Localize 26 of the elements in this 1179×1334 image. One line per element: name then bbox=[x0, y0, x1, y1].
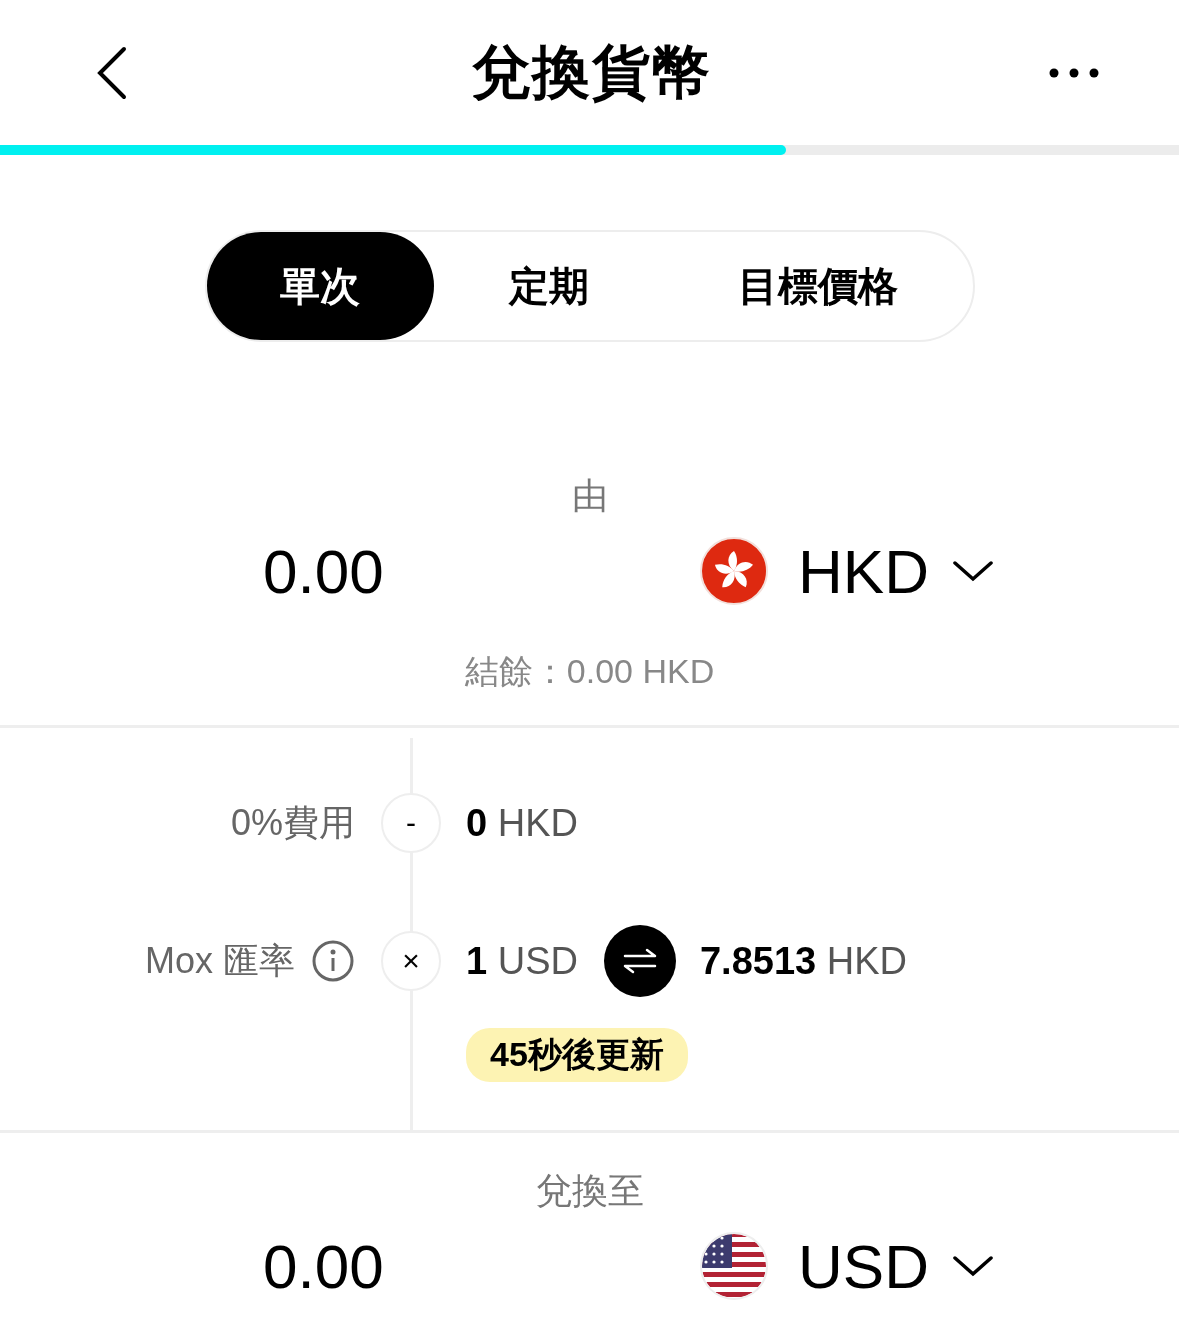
converted-value: 7.8513 HKD bbox=[699, 939, 907, 983]
from-label: 由 bbox=[570, 474, 609, 518]
balance-text: 結餘：0.00 HKD bbox=[463, 651, 716, 692]
chevron-down-icon bbox=[953, 1254, 993, 1278]
info-icon[interactable] bbox=[311, 939, 355, 983]
tab[interactable]: 單次 bbox=[206, 232, 434, 340]
page-title: 兌換貨幣 bbox=[471, 37, 712, 106]
tab[interactable]: 定期 bbox=[433, 232, 664, 340]
currency-selector[interactable]: USD bbox=[700, 1230, 993, 1302]
row-label: 0%費用 bbox=[230, 800, 355, 845]
amount-value: 0.00 bbox=[262, 535, 385, 607]
more-icon[interactable] bbox=[1049, 67, 1099, 78]
to-label: 兌換至 bbox=[534, 1169, 645, 1213]
swap-arrows-icon bbox=[622, 948, 657, 974]
chevron-down-icon bbox=[953, 559, 993, 583]
operator-circle: - bbox=[381, 793, 441, 853]
flag-icon bbox=[700, 1232, 768, 1300]
refresh-badge: 45秒後更新 bbox=[466, 1028, 688, 1082]
amount-value: 0.00 bbox=[262, 1230, 385, 1302]
row-value: 0 HKD bbox=[466, 801, 578, 845]
currency-selector[interactable]: HKD bbox=[700, 535, 993, 607]
row-value: 1 USD bbox=[466, 939, 578, 983]
flag-icon bbox=[700, 537, 768, 605]
row-label: Mox 匯率 bbox=[145, 938, 295, 983]
operator-circle: × bbox=[381, 931, 441, 991]
tab[interactable]: 目標價格 bbox=[663, 232, 973, 340]
